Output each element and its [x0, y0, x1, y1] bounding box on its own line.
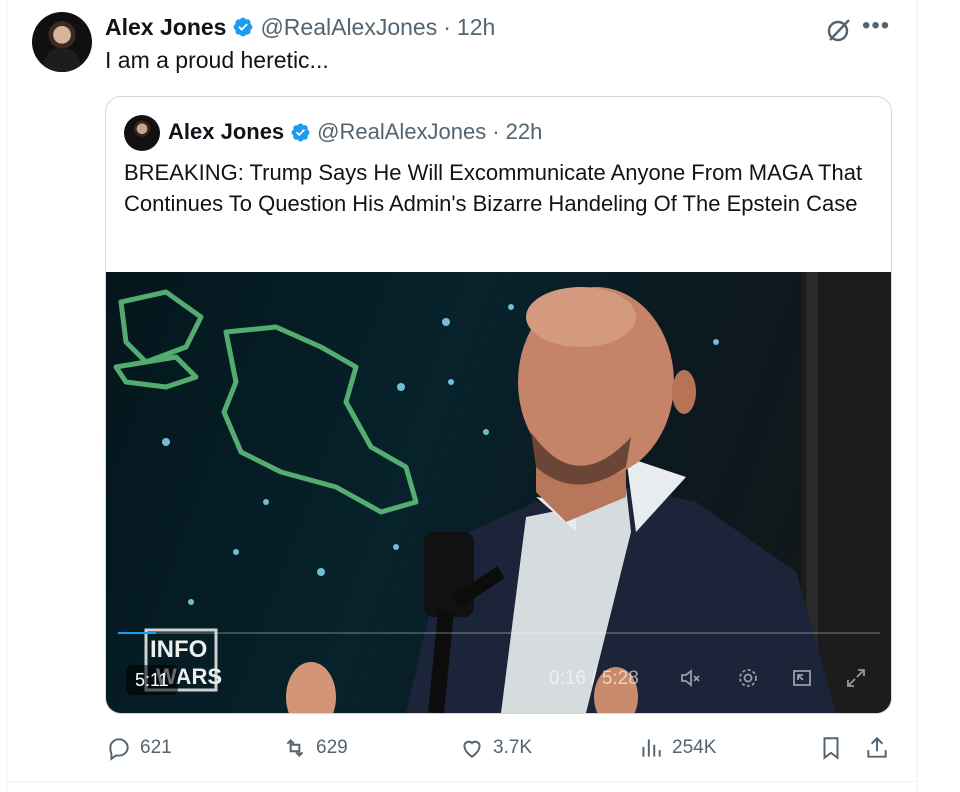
column-border-left	[6, 0, 7, 792]
video-timecode: 0:16 / 5:28	[549, 668, 639, 689]
repost-button[interactable]: 629	[282, 733, 348, 763]
author-name[interactable]: Alex Jones	[105, 14, 226, 41]
quoted-avatar[interactable]	[124, 115, 160, 151]
repost-icon	[286, 739, 304, 757]
fullscreen-icon[interactable]	[844, 666, 872, 694]
settings-icon[interactable]	[736, 666, 764, 694]
quoted-text: BREAKING: Trump Says He Will Excommunica…	[124, 160, 863, 216]
verified-icon[interactable]	[232, 16, 254, 38]
time-separator: ·	[492, 119, 500, 144]
video-player[interactable]: INFO WARS 5:11 0:16 / 5:28	[106, 272, 891, 713]
share-button[interactable]	[864, 733, 898, 763]
tweet-text: I am a proud heretic...	[105, 47, 329, 73]
column-border-right	[917, 0, 918, 792]
time-separator: ·	[443, 13, 451, 40]
avatar[interactable]	[32, 12, 92, 72]
grok-icon[interactable]	[826, 17, 852, 43]
share-icon	[867, 736, 887, 758]
tweet-header: Alex Jones @RealAlexJones · 12h	[105, 13, 495, 41]
bookmark-icon	[823, 737, 839, 760]
views-button[interactable]: 254K	[638, 733, 716, 763]
author-handle[interactable]: @RealAlexJones	[260, 14, 437, 41]
mute-icon[interactable]	[678, 666, 706, 694]
reply-button[interactable]: 621	[106, 733, 172, 763]
quoted-handle[interactable]: @RealAlexJones	[317, 119, 486, 145]
like-icon	[463, 740, 481, 758]
like-count: 3.7K	[493, 737, 533, 758]
quoted-header: Alex Jones @RealAlexJones · 22h	[168, 119, 542, 145]
tweet-time[interactable]: 12h	[457, 14, 495, 41]
more-icon[interactable]: •••	[862, 14, 890, 38]
video-frame: INFO WARS	[113, 272, 891, 713]
video-progress-fill	[118, 632, 157, 634]
like-button[interactable]: 3.7K	[459, 733, 532, 763]
reply-icon	[109, 738, 129, 761]
video-progress-bar[interactable]	[118, 632, 880, 634]
pip-icon[interactable]	[790, 666, 818, 694]
quoted-author-name[interactable]: Alex Jones	[168, 119, 284, 145]
quoted-time[interactable]: 22h	[506, 119, 543, 145]
repost-count: 629	[316, 737, 348, 758]
verified-icon[interactable]	[290, 122, 311, 143]
reply-count: 621	[140, 737, 172, 758]
views-count: 254K	[672, 737, 717, 758]
infowars-watermark-top: INFO	[150, 636, 207, 663]
bookmark-button[interactable]	[818, 733, 852, 763]
views-icon	[642, 739, 661, 757]
tweet-divider	[6, 781, 918, 782]
quoted-tweet[interactable]: Alex Jones @RealAlexJones · 22h BREAKING…	[105, 96, 892, 714]
video-duration-badge: 5:11	[126, 665, 178, 695]
